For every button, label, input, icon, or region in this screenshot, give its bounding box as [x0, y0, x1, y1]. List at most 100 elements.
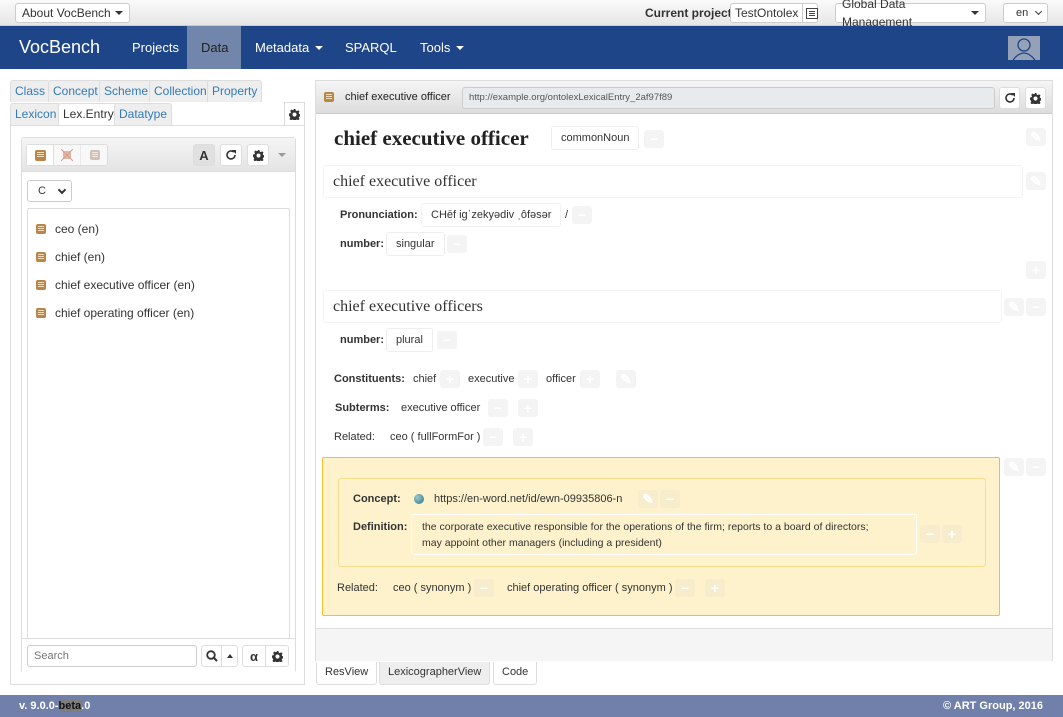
add-subterm-button[interactable]: + [518, 399, 538, 417]
refresh-resource-button[interactable] [999, 87, 1020, 109]
add-form-button[interactable]: + [1026, 261, 1046, 279]
search-input[interactable] [27, 645, 197, 667]
sense-related-value[interactable]: ceo ( synonym ) [393, 582, 471, 594]
concept-icon [414, 494, 424, 504]
related-value[interactable]: ceo ( fullFormFor ) [390, 431, 480, 443]
edit-form-button[interactable]: ✎ [1026, 172, 1046, 190]
brand-logo[interactable]: VocBench [19, 37, 100, 58]
search-settings-button[interactable] [266, 646, 288, 666]
edit-sense-button[interactable]: ✎ [1004, 458, 1024, 476]
edit-concept-button[interactable]: ✎ [638, 490, 658, 508]
chevron-down-icon [1034, 7, 1043, 16]
nav-data[interactable]: Data [187, 26, 241, 69]
tree-settings-button[interactable] [247, 144, 269, 166]
remove-related-button[interactable]: − [483, 428, 503, 446]
tab-lex-entry[interactable]: Lex.Entry [58, 103, 119, 126]
remove-subterm-button[interactable]: − [488, 399, 508, 417]
copyright: © ART Group, 2016 [943, 700, 1043, 712]
remove-number-button[interactable]: − [447, 235, 467, 253]
footer: v. 9.0.0-beta.0 © ART Group, 2016 [0, 695, 1063, 717]
search-button[interactable] [202, 646, 222, 666]
number-value[interactable]: singular [386, 232, 445, 256]
current-project-value: TestOntolex [735, 6, 799, 20]
list-item[interactable]: chief operating officer (en) [36, 306, 194, 320]
constituent-value[interactable]: chief [413, 373, 436, 385]
tab-property[interactable]: Property [207, 80, 263, 102]
delete-entry-button[interactable] [54, 145, 81, 165]
tab-lexicon[interactable]: Lexicon [10, 103, 62, 125]
current-project-button[interactable]: TestOntolex [730, 3, 819, 23]
entry-label: chief (en) [55, 250, 106, 264]
tab-class[interactable]: Class [10, 80, 51, 102]
tab-scheme[interactable]: Scheme [99, 80, 154, 102]
concept-label: Concept: [353, 493, 401, 505]
sense-related-value[interactable]: chief operating officer ( synonym ) [507, 582, 672, 594]
constituent-value[interactable]: executive [468, 373, 514, 385]
more-options-caret-icon[interactable] [278, 153, 286, 157]
language-select[interactable]: en [1003, 3, 1048, 23]
pronunciation-value[interactable]: CHēf igˈzekyədiv ˌôfəsər [421, 203, 562, 227]
list-item[interactable]: ceo (en) [36, 222, 99, 236]
add-constituent-button[interactable]: + [580, 370, 600, 388]
edit-constituents-button[interactable]: ✎ [616, 370, 636, 388]
nav-projects[interactable]: Projects [118, 26, 193, 69]
refresh-button[interactable] [220, 144, 242, 166]
lexical-entry-icon [36, 280, 46, 290]
constituent-value[interactable]: officer [546, 373, 576, 385]
remove-number-button[interactable]: − [437, 331, 457, 349]
edit-lemma-button[interactable]: ✎ [1026, 128, 1046, 146]
add-related-button[interactable]: + [513, 428, 533, 446]
project-list-icon[interactable] [802, 4, 819, 22]
sense-related-label: Related: [337, 582, 378, 594]
remove-form-button[interactable]: − [1026, 298, 1046, 316]
concept-uri[interactable]: https://en-word.net/id/ewn-09935806-n [434, 493, 622, 505]
related-label: Related: [334, 431, 375, 443]
search-mode-dropdown[interactable] [222, 646, 237, 666]
lexical-entry-icon [324, 92, 334, 102]
resource-uri-field[interactable]: http://example.org/ontolexLexicalEntry_2… [462, 87, 995, 109]
part-of-speech-value[interactable]: commonNoun [551, 126, 640, 150]
tab-datatype[interactable]: Datatype [114, 103, 173, 125]
add-definition-button[interactable]: + [942, 525, 962, 543]
user-icon [1012, 38, 1036, 61]
tab-code[interactable]: Code [493, 662, 538, 685]
deprecate-entry-button[interactable] [81, 145, 108, 165]
nav-metadata[interactable]: Metadata [241, 26, 337, 69]
add-constituent-button[interactable]: + [518, 370, 538, 388]
index-letter-select[interactable]: C [27, 180, 72, 202]
resource-settings-button[interactable] [1025, 87, 1046, 109]
alphabetic-sort-button[interactable]: α [243, 646, 266, 666]
rendering-toggle-button[interactable]: A [193, 144, 215, 166]
remove-sense-related-button[interactable]: − [675, 579, 695, 597]
tab-lexicographer-view[interactable]: LexicographerView [379, 662, 491, 685]
subterm-value[interactable]: executive officer [401, 402, 480, 414]
tab-concept[interactable]: Concept [48, 80, 103, 102]
global-data-management-dropdown[interactable]: Global Data Management [835, 0, 986, 29]
remove-sense-button[interactable]: − [1026, 458, 1046, 476]
add-constituent-button[interactable]: + [440, 370, 460, 388]
remove-pronunciation-button[interactable]: − [572, 206, 592, 224]
edit-form-button[interactable]: ✎ [1004, 298, 1024, 316]
definition-value[interactable]: the corporate executive responsible for … [411, 514, 917, 555]
number-value[interactable]: plural [386, 328, 433, 352]
lex-entry-tree-box: A C ceo (en) chief (en) chief executive … [21, 137, 296, 673]
entry-label: chief executive officer (en) [55, 278, 195, 292]
alpha-label: α [250, 648, 258, 664]
list-item[interactable]: chief (en) [36, 250, 105, 264]
nav-sparql[interactable]: SPARQL [331, 26, 411, 69]
number-label: number: [340, 238, 384, 250]
left-panel-settings[interactable] [284, 102, 305, 126]
nav-tools[interactable]: Tools [406, 26, 478, 69]
remove-definition-button[interactable]: − [920, 525, 940, 543]
about-vocbench-dropdown[interactable]: About VocBench [15, 3, 130, 23]
list-item[interactable]: chief executive officer (en) [36, 278, 195, 292]
resource-header: chief executive officer http://example.o… [316, 81, 1052, 114]
add-sense-related-button[interactable]: + [705, 579, 725, 597]
create-entry-button[interactable] [27, 145, 54, 165]
user-avatar[interactable] [1008, 36, 1040, 61]
tab-collection[interactable]: Collection [149, 80, 212, 102]
remove-concept-button[interactable]: − [660, 490, 680, 508]
remove-pos-button[interactable]: − [644, 130, 664, 148]
remove-sense-related-button[interactable]: − [474, 579, 494, 597]
tab-resview[interactable]: ResView [316, 662, 378, 685]
